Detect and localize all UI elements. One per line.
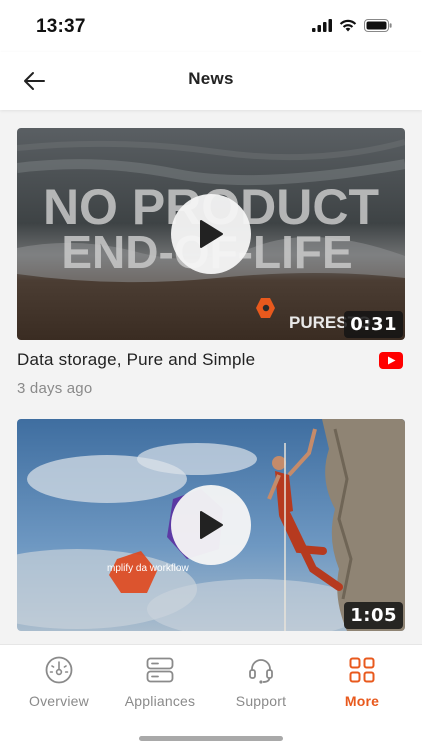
play-button[interactable] [171, 194, 251, 274]
tab-more[interactable]: More [312, 655, 412, 711]
status-bar: 13:37 [0, 0, 422, 52]
tab-appliances[interactable]: Appliances [110, 655, 210, 711]
tab-bar: Overview Appliances Support More [0, 644, 422, 750]
home-indicator[interactable] [139, 736, 283, 741]
grid-icon [349, 657, 375, 683]
cellular-signal-icon [312, 19, 332, 32]
play-icon [200, 220, 223, 248]
tab-overview[interactable]: Overview [9, 655, 109, 711]
wifi-icon [339, 19, 357, 32]
video-duration: 1:05 [344, 602, 403, 629]
video-thumbnail[interactable]: mplify da workflow 1:05 [17, 419, 405, 631]
thumbnail-overlay-text: mplify da workflow [107, 563, 189, 574]
news-feed[interactable]: NO PRODUCT END-OF-LIFE PURESTO 0:31 Data… [0, 112, 422, 644]
youtube-icon [379, 352, 403, 369]
gauge-icon [45, 656, 73, 684]
tab-label: Overview [29, 693, 89, 709]
nav-bar: News [0, 52, 422, 110]
news-date: 3 days ago [17, 380, 93, 397]
status-icons [312, 19, 392, 32]
news-card[interactable]: NO PRODUCT END-OF-LIFE PURESTO 0:31 Data… [17, 128, 405, 397]
news-card[interactable]: mplify da workflow 1:05 [17, 419, 405, 631]
headset-icon [249, 659, 273, 684]
battery-icon [364, 19, 392, 32]
page-title: News [188, 69, 234, 88]
play-button[interactable] [171, 485, 251, 565]
tab-label: More [344, 693, 380, 709]
news-title[interactable]: Data storage, Pure and Simple [17, 350, 255, 370]
tab-support[interactable]: Support [211, 655, 311, 711]
server-icon [146, 657, 174, 683]
tab-label: Appliances [124, 693, 196, 709]
video-thumbnail[interactable]: NO PRODUCT END-OF-LIFE PURESTO 0:31 [17, 128, 405, 340]
status-time: 13:37 [36, 16, 86, 37]
tab-label: Support [235, 693, 287, 709]
video-duration: 0:31 [344, 311, 403, 338]
play-icon [200, 511, 223, 539]
